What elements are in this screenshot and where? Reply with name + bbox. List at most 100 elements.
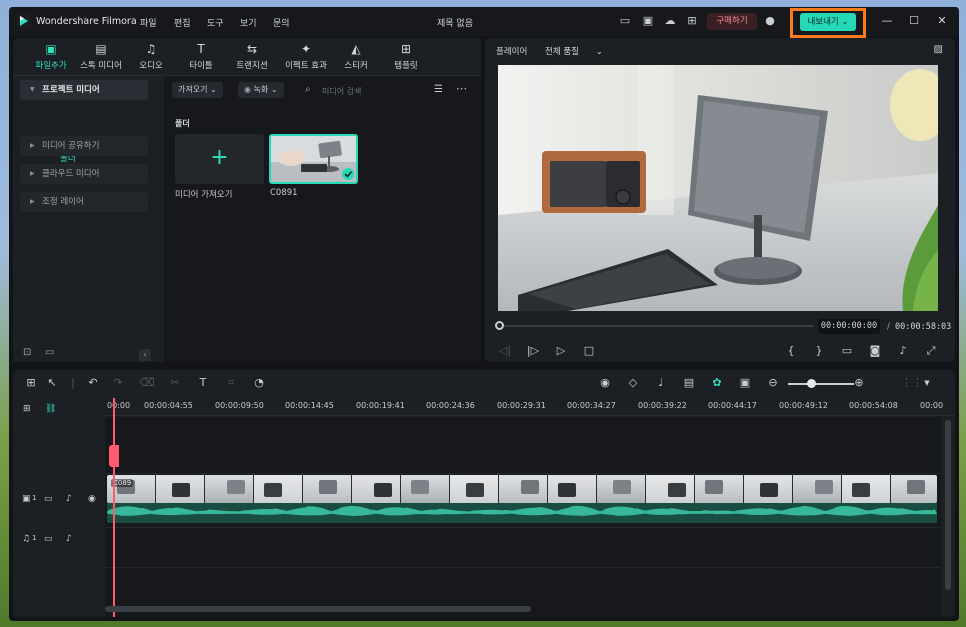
sidebar-item-shared-media[interactable]: ▶ 미디어 공유하기 bbox=[20, 136, 148, 156]
record-icon: ◉ bbox=[244, 85, 251, 94]
caret-right-icon: ▶ bbox=[30, 170, 35, 177]
play-icon[interactable]: ▷ bbox=[553, 344, 569, 357]
fullscreen-icon[interactable]: ⤢ bbox=[923, 344, 939, 358]
marker-icon[interactable]: ◇ bbox=[625, 376, 641, 389]
timeline-tracks[interactable]: C089 bbox=[105, 417, 941, 617]
next-frame-icon[interactable]: |▷ bbox=[525, 344, 541, 357]
audio-mixer-icon[interactable]: ▤ bbox=[681, 376, 697, 389]
import-media-card[interactable]: + bbox=[175, 134, 264, 184]
tab-transitions[interactable]: ⇆ 트랜지션 bbox=[227, 42, 277, 71]
chevron-down-icon: ⌄ bbox=[595, 47, 603, 57]
video-preview[interactable] bbox=[498, 65, 938, 311]
quality-dropdown[interactable]: 전체 품질 ⌄ bbox=[545, 45, 603, 57]
playhead[interactable] bbox=[113, 398, 115, 617]
sidebar-item-project-media[interactable]: ▼ 프로젝트 미디어 bbox=[20, 80, 148, 100]
folder-icon[interactable]: ▭ bbox=[44, 534, 53, 544]
frame-object bbox=[466, 483, 484, 497]
display-monitor-icon[interactable]: ▭ bbox=[839, 344, 855, 357]
render-preview-icon[interactable]: ◉ bbox=[597, 376, 613, 389]
mark-out-icon[interactable]: } bbox=[811, 344, 827, 357]
new-folder-icon[interactable]: ⊡ bbox=[23, 347, 31, 358]
time-ruler[interactable]: 00:00 00:00:04:55 00:00:09:50 00:00:14:4… bbox=[105, 398, 955, 416]
tab-audio[interactable]: ♫ 오디오 bbox=[126, 42, 176, 71]
tab-templates[interactable]: ⊞ 템플릿 bbox=[381, 42, 431, 71]
maximize-icon[interactable]: ☐ bbox=[907, 14, 921, 28]
sidebar-item-cloud-media[interactable]: ▶ 클라우드 미디어 bbox=[20, 164, 148, 184]
save-icon[interactable]: ▣ bbox=[641, 14, 655, 28]
eye-visibility-icon[interactable]: ◉ bbox=[88, 494, 96, 504]
menu-tools[interactable]: 도구 bbox=[207, 16, 224, 29]
layout-grid-icon[interactable]: ⊞ bbox=[23, 376, 39, 389]
text-tool-icon[interactable]: T bbox=[195, 376, 211, 389]
split-scissors-icon[interactable]: ✂ bbox=[167, 376, 183, 389]
select-cursor-icon[interactable]: ↖ bbox=[44, 376, 60, 389]
menu-file[interactable]: 파일 bbox=[140, 16, 157, 29]
zoom-in-icon[interactable]: ⊕ bbox=[851, 376, 867, 389]
chevron-down-icon[interactable]: ▼ bbox=[919, 379, 935, 387]
audio-waveform[interactable] bbox=[107, 503, 937, 523]
cloud-upload-icon[interactable]: ☁ bbox=[663, 14, 677, 28]
account-avatar-icon[interactable]: ● bbox=[763, 14, 777, 28]
menu-edit[interactable]: 편집 bbox=[174, 16, 191, 29]
speed-icon[interactable]: ◔ bbox=[251, 376, 267, 389]
folder-icon[interactable]: ▭ bbox=[44, 494, 53, 504]
menu-help[interactable]: 문의 bbox=[273, 16, 290, 29]
more-options-icon[interactable]: ⋯ bbox=[456, 82, 467, 95]
sidebar-item-adjustment-layer[interactable]: ▶ 조정 레이어 bbox=[20, 192, 148, 212]
media-search-input[interactable]: 미디어 검색 bbox=[322, 86, 361, 97]
apps-grid-icon[interactable]: ⊞ bbox=[685, 14, 699, 28]
frame-object bbox=[172, 483, 190, 497]
zoom-slider-handle[interactable] bbox=[807, 379, 816, 388]
tab-stickers[interactable]: ◭ 스티커 bbox=[331, 42, 381, 71]
timecode-separator: / bbox=[887, 322, 890, 332]
redo-icon[interactable]: ↷ bbox=[110, 376, 126, 389]
delete-icon[interactable]: ⌫ bbox=[139, 376, 155, 389]
horizontal-scrollbar[interactable] bbox=[105, 606, 531, 612]
vertical-scrollbar[interactable] bbox=[945, 420, 951, 590]
import-dropdown[interactable]: 가져오기 ⌄ bbox=[172, 82, 223, 98]
tab-effects[interactable]: ✦ 이펙트 효과 bbox=[281, 42, 331, 71]
menu-view[interactable]: 보기 bbox=[240, 16, 257, 29]
zoom-slider[interactable] bbox=[788, 383, 854, 385]
link-icon[interactable]: ⛓ bbox=[45, 404, 56, 414]
camera-snapshot-icon[interactable]: ◙ bbox=[867, 344, 883, 357]
ai-tools-icon[interactable]: ✿ bbox=[709, 376, 725, 389]
scrubber-handle[interactable] bbox=[495, 321, 504, 330]
track-height-icon[interactable]: ⋮⋮ bbox=[901, 376, 923, 389]
undo-icon[interactable]: ↶ bbox=[85, 376, 101, 389]
minimize-icon[interactable]: — bbox=[880, 14, 894, 28]
clip-frame bbox=[695, 475, 743, 503]
tab-stock-media[interactable]: ▤ 스톡 미디어 bbox=[76, 42, 126, 71]
crop-icon[interactable]: ⌗ bbox=[223, 376, 239, 390]
timeline-panel: ⊞ ↖ | ↶ ↷ ⌫ ✂ T ⌗ ◔ ◉ ◇ ♩ ▤ ✿ ▣ ⊖ ⊕ ⋮⋮ ▼… bbox=[13, 370, 955, 617]
playhead-handle[interactable] bbox=[109, 445, 119, 467]
volume-icon[interactable]: ♪ bbox=[895, 344, 911, 357]
tab-media[interactable]: ▣ 파일추가 bbox=[26, 42, 76, 71]
previous-frame-icon[interactable]: ◁| bbox=[497, 344, 513, 357]
add-track-icon[interactable]: ⊞ bbox=[23, 404, 31, 414]
zoom-out-icon[interactable]: ⊖ bbox=[765, 376, 781, 389]
tab-effects-label: 이펙트 효과 bbox=[285, 61, 327, 71]
microphone-icon[interactable]: ♩ bbox=[653, 376, 669, 389]
subtitle-icon[interactable]: ▣ bbox=[737, 376, 753, 389]
buy-button[interactable]: 구매하기 bbox=[707, 13, 757, 30]
volume-icon[interactable]: ♪ bbox=[66, 494, 72, 504]
snapshot-image-icon[interactable]: ▨ bbox=[934, 44, 943, 55]
playback-scrubber[interactable] bbox=[499, 325, 813, 327]
video-clip[interactable]: C089 bbox=[107, 475, 937, 503]
ruler-label: 00:00 bbox=[107, 401, 131, 410]
clip-thumbnail[interactable] bbox=[269, 134, 358, 184]
filter-icon[interactable]: ☰ bbox=[434, 84, 443, 95]
folder-icon[interactable]: ▭ bbox=[45, 347, 54, 358]
collapse-sidebar-icon[interactable]: ‹ bbox=[139, 349, 151, 361]
close-icon[interactable]: ✕ bbox=[935, 14, 949, 28]
mark-in-icon[interactable]: { bbox=[783, 344, 799, 357]
stop-icon[interactable]: □ bbox=[581, 344, 597, 357]
record-dropdown[interactable]: ◉ 녹화 ⌄ bbox=[238, 82, 284, 98]
volume-icon[interactable]: ♪ bbox=[66, 534, 72, 544]
clip-frame bbox=[597, 475, 645, 503]
layout-icon[interactable]: ▭ bbox=[618, 14, 632, 28]
chevron-down-icon: ⌄ bbox=[270, 85, 278, 94]
tab-titles[interactable]: T 타이틀 bbox=[176, 42, 226, 71]
export-button[interactable]: 내보내기 ⌄ bbox=[800, 13, 856, 31]
